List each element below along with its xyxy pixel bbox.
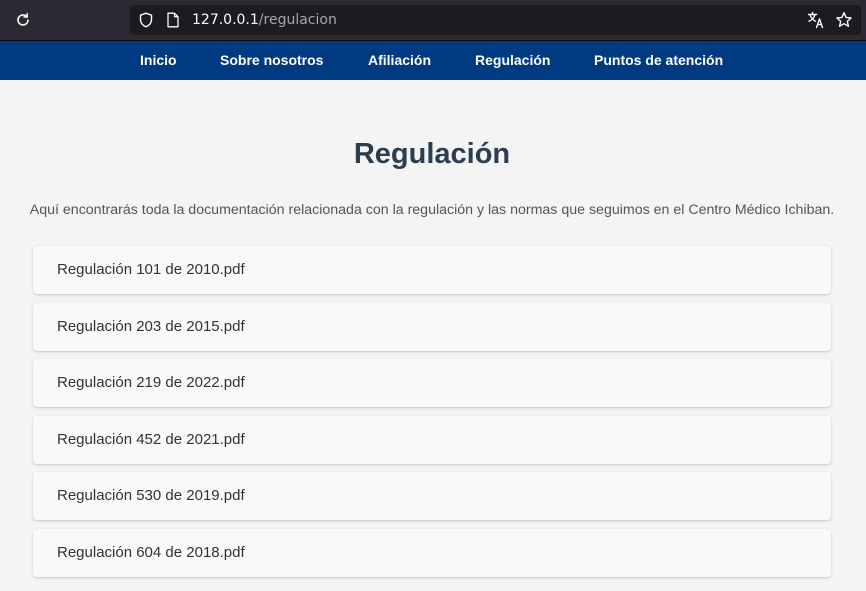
- url-host: 127.0.0.1: [192, 12, 259, 28]
- intro-text: Aquí encontrarás toda la documentación r…: [29, 202, 835, 218]
- address-bar[interactable]: 127.0.0.1/regulacion: [130, 5, 861, 35]
- nav-item-afiliacion[interactable]: Afiliación: [368, 41, 431, 80]
- url-path: /regulacion: [258, 12, 337, 28]
- document-item[interactable]: Regulación 452 de 2021.pdf: [33, 416, 831, 464]
- nav-item-puntos-de-atencion[interactable]: Puntos de atención: [594, 41, 723, 80]
- document-item[interactable]: Regulación 219 de 2022.pdf: [33, 359, 831, 407]
- shield-icon[interactable]: [138, 12, 154, 28]
- browser-toolbar: 127.0.0.1/regulacion: [0, 0, 866, 40]
- document-item[interactable]: Regulación 203 de 2015.pdf: [33, 303, 831, 351]
- nav-item-sobre-nosotros[interactable]: Sobre nosotros: [220, 41, 323, 80]
- reload-icon[interactable]: [13, 10, 33, 30]
- document-label[interactable]: Regulación 101 de 2010.pdf: [57, 260, 245, 280]
- document-item[interactable]: Regulación 604 de 2018.pdf: [33, 529, 831, 577]
- document-item[interactable]: Regulación 101 de 2010.pdf: [33, 246, 831, 294]
- nav-item-inicio[interactable]: Inicio: [140, 41, 177, 80]
- page-title: Regulación: [353, 138, 511, 170]
- page-icon: [167, 12, 179, 28]
- site-nav: Inicio Sobre nosotros Afiliación Regulac…: [0, 40, 866, 80]
- document-label[interactable]: Regulación 452 de 2021.pdf: [57, 430, 245, 450]
- star-icon[interactable]: [835, 11, 853, 29]
- nav-item-regulacion[interactable]: Regulación: [475, 41, 550, 80]
- document-label[interactable]: Regulación 219 de 2022.pdf: [57, 373, 245, 393]
- document-label[interactable]: Regulación 530 de 2019.pdf: [57, 486, 245, 506]
- translate-icon[interactable]: [807, 11, 825, 29]
- document-label[interactable]: Regulación 604 de 2018.pdf: [57, 543, 245, 563]
- document-item[interactable]: Regulación 530 de 2019.pdf: [33, 472, 831, 520]
- document-label[interactable]: Regulación 203 de 2015.pdf: [57, 317, 245, 337]
- url-text[interactable]: 127.0.0.1/regulacion: [192, 12, 337, 28]
